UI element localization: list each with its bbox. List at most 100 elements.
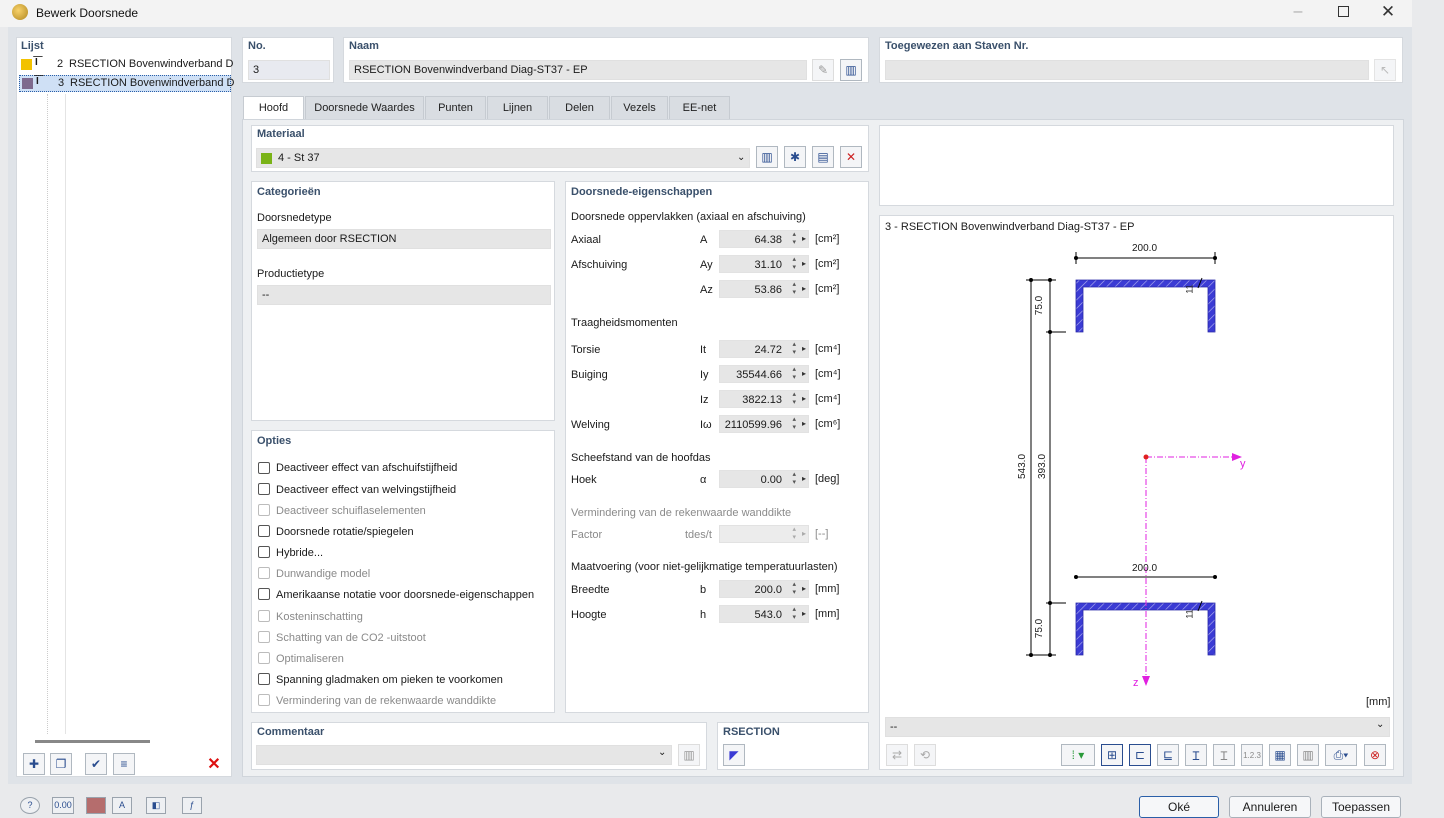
no-field[interactable]: 3 [248, 60, 330, 80]
naam-header: Naam [349, 40, 379, 52]
toegewezen-field[interactable] [885, 60, 1369, 80]
delete-icon[interactable]: ✕ [203, 753, 225, 775]
preview-rotate-icon[interactable]: ⟲ [914, 744, 936, 766]
tab-delen[interactable]: Delen [549, 96, 610, 119]
option-label: Vermindering van de rekenwaarde wanddikt… [276, 695, 497, 707]
view-icon[interactable]: ◧ [146, 797, 166, 814]
commentaar-header: Commentaar [257, 726, 325, 738]
checkbox-amerikaanse-notatie[interactable] [258, 588, 270, 600]
option-label: Kosteninschatting [276, 611, 363, 623]
option-label: Spanning gladmaken om pieken te voorkome… [276, 674, 503, 686]
hoogte-value-field[interactable]: 543.0 ▴ ▾ ▸ [719, 605, 809, 623]
close-icon[interactable]: ✕ [1380, 3, 1396, 21]
factor-unit: [--] [815, 528, 829, 540]
list-item[interactable]: I͞ 2 RSECTION Bovenwindverband D [19, 56, 233, 73]
commentaar-select[interactable] [256, 745, 672, 765]
script-icon[interactable]: ƒ [182, 797, 202, 814]
tab-ee-net[interactable]: EE-net [669, 96, 730, 119]
decimal-icon[interactable]: 0.00 [52, 797, 74, 814]
table-icon[interactable]: ▥ [1297, 744, 1319, 766]
check-selected-button[interactable]: ≡ [113, 753, 135, 775]
option-label: Hybride... [276, 547, 324, 559]
color-swatch [22, 78, 33, 89]
tab-hoofd[interactable]: Hoofd [243, 96, 304, 120]
afschuiving-label: Afschuiving [571, 259, 628, 271]
axiaal-value-field: 64.38 ▴ ▾ ▸ [719, 230, 809, 248]
preview-refresh-icon[interactable]: ⇄ [886, 744, 908, 766]
help-icon[interactable]: ? [20, 797, 40, 814]
tab-vezels[interactable]: Vezels [611, 96, 668, 119]
breedte-value-field[interactable]: 200.0 ▴ ▾ ▸ [719, 580, 809, 598]
tab-punten[interactable]: Punten [425, 96, 486, 119]
materiaal-value: 4 - St 37 [278, 152, 320, 164]
eigenschappen-panel: Doorsnede-eigenschappen Doorsnede opperv… [565, 181, 869, 713]
az-unit: [cm²] [815, 283, 840, 295]
list-item-selected[interactable]: I͞ 3 RSECTION Bovenwindverband D [19, 75, 234, 92]
it-value-field: 24.72 ▴ ▾ ▸ [719, 340, 809, 358]
scrollbar[interactable] [35, 740, 150, 743]
new-material-icon[interactable]: ✱ [784, 146, 806, 168]
preview-select[interactable]: -- [885, 717, 1390, 737]
points-display-icon[interactable]: ⁞ ▾ [1061, 744, 1095, 766]
ok-button[interactable]: Oké [1139, 796, 1219, 818]
chevron-down-icon: ⌄ [658, 747, 667, 758]
hoek-label: Hoek [571, 474, 597, 486]
section-outline-icon[interactable]: ⊏ [1129, 744, 1151, 766]
zoom-reset-icon[interactable]: ⊗ [1364, 744, 1386, 766]
i-section-icon[interactable]: Ɪ [1185, 744, 1207, 766]
check-all-button[interactable]: ✔ [85, 753, 107, 775]
library-icon[interactable]: ▥ [840, 59, 862, 81]
cancel-button[interactable]: Annuleren [1229, 796, 1311, 818]
productietype-field: -- [257, 285, 551, 305]
section-type-icon: I͞ [35, 57, 38, 68]
numbering-icon[interactable]: 1.2.3 [1241, 744, 1263, 766]
naam-field[interactable]: RSECTION Bovenwindverband Diag-ST37 - EP [349, 60, 807, 80]
tab-lijnen[interactable]: Lijnen [487, 96, 548, 119]
commentaar-panel: Commentaar ⌄ ▥ [251, 722, 707, 770]
dim-thickness-bottom: 11 [1184, 609, 1195, 619]
edit-name-button[interactable]: ✎ [812, 59, 834, 81]
apply-button[interactable]: Toepassen [1321, 796, 1401, 818]
i-section-gray-icon[interactable]: Ɪ [1213, 744, 1235, 766]
option-label: Optimaliseren [276, 653, 344, 665]
checkbox-co2 [258, 631, 270, 643]
materiaal-panel: Materiaal 4 - St 37 ⌄ ▥ ✱ ▤ ✕ [251, 125, 869, 172]
delete-material-icon[interactable]: ✕ [840, 146, 862, 168]
checkbox-spanning-gladmaken[interactable] [258, 673, 270, 685]
select-members-button[interactable]: ↖ [1374, 59, 1396, 81]
materiaal-select[interactable]: 4 - St 37 ⌄ [256, 148, 750, 168]
iw-value-field: 2110599.96 ▴ ▾ ▸ [719, 415, 809, 433]
dimension-icon[interactable]: ⊞ [1101, 744, 1123, 766]
edit-material-icon[interactable]: ▤ [812, 146, 834, 168]
rsection-icon[interactable]: ◤ [723, 744, 745, 766]
maatvoering-title: Maatvoering (voor niet-gelijkmatige temp… [571, 561, 838, 573]
factor-label: Factor [571, 529, 603, 541]
iz-value-field: 3822.13 ▴ ▾ ▸ [719, 390, 809, 408]
new-section-button[interactable]: ✚ [23, 753, 45, 775]
grid-icon[interactable]: ▦ [1269, 744, 1291, 766]
window-title: Bewerk Doorsnede [36, 6, 139, 20]
tree-line [47, 94, 48, 734]
welving-label: Welving [571, 419, 610, 431]
eigenschappen-header: Doorsnede-eigenschappen [571, 186, 713, 198]
color-icon[interactable] [86, 797, 106, 814]
checkbox-deactiveer-welving[interactable] [258, 483, 270, 495]
dim-total-height: 543.0 [1017, 453, 1029, 480]
rsection-panel: RSECTION ◤ [717, 722, 869, 770]
stress-points-icon[interactable]: ⊑ [1157, 744, 1179, 766]
print-icon[interactable]: ⎙▾ [1325, 744, 1357, 766]
tab-doorsnede-waardes[interactable]: Doorsnede Waardes [305, 96, 424, 119]
text-icon[interactable]: A [112, 797, 132, 814]
checkbox-rotatie-spiegelen[interactable] [258, 525, 270, 537]
iz-unit: [cm⁴] [815, 393, 841, 405]
copy-section-button[interactable]: ❐ [50, 753, 72, 775]
maximize-icon[interactable] [1335, 3, 1351, 21]
comment-library-icon[interactable]: ▥ [678, 744, 700, 766]
checkbox-hybride[interactable] [258, 546, 270, 558]
material-library-icon[interactable]: ▥ [756, 146, 778, 168]
footer-bar [0, 784, 1444, 812]
minimize-icon[interactable]: – [1290, 3, 1306, 21]
checkbox-deactiveer-afschuif[interactable] [258, 462, 270, 474]
buiging-label: Buiging [571, 369, 608, 381]
tree-line [65, 94, 66, 734]
